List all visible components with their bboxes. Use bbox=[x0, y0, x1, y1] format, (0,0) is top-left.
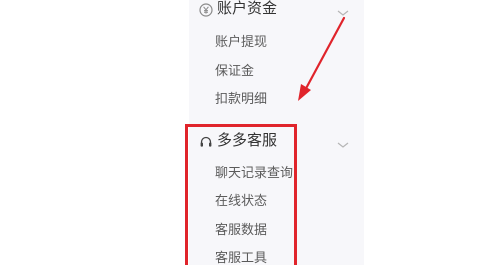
chevron-down-icon[interactable] bbox=[336, 3, 350, 16]
headset-icon bbox=[199, 134, 213, 148]
section-header-account-funds[interactable]: 账户资金 bbox=[189, 0, 364, 21]
menu-item-account-withdraw[interactable]: 账户提现 bbox=[215, 34, 267, 52]
sidebar-nav: 账户资金 账户提现 保证金 扣款明细 多多客服 聊天记录查询 在线状态 客服数据… bbox=[189, 0, 364, 265]
menu-item-deduction-details[interactable]: 扣款明细 bbox=[215, 91, 267, 109]
section-title: 多多客服 bbox=[217, 131, 278, 149]
menu-item-online-status[interactable]: 在线状态 bbox=[215, 193, 267, 211]
section-header-customer-service[interactable]: 多多客服 bbox=[189, 129, 364, 153]
menu-item-deposit[interactable]: 保证金 bbox=[215, 63, 254, 81]
menu-item-chat-history[interactable]: 聊天记录查询 bbox=[215, 165, 293, 183]
yen-circle-icon bbox=[199, 2, 213, 17]
section-title: 账户资金 bbox=[217, 0, 278, 17]
chevron-down-icon[interactable] bbox=[336, 135, 350, 148]
menu-item-service-tools[interactable]: 客服工具 bbox=[215, 250, 267, 265]
screenshot-page: 账户资金 账户提现 保证金 扣款明细 多多客服 聊天记录查询 在线状态 客服数据… bbox=[0, 0, 498, 265]
menu-item-service-data[interactable]: 客服数据 bbox=[215, 222, 267, 240]
